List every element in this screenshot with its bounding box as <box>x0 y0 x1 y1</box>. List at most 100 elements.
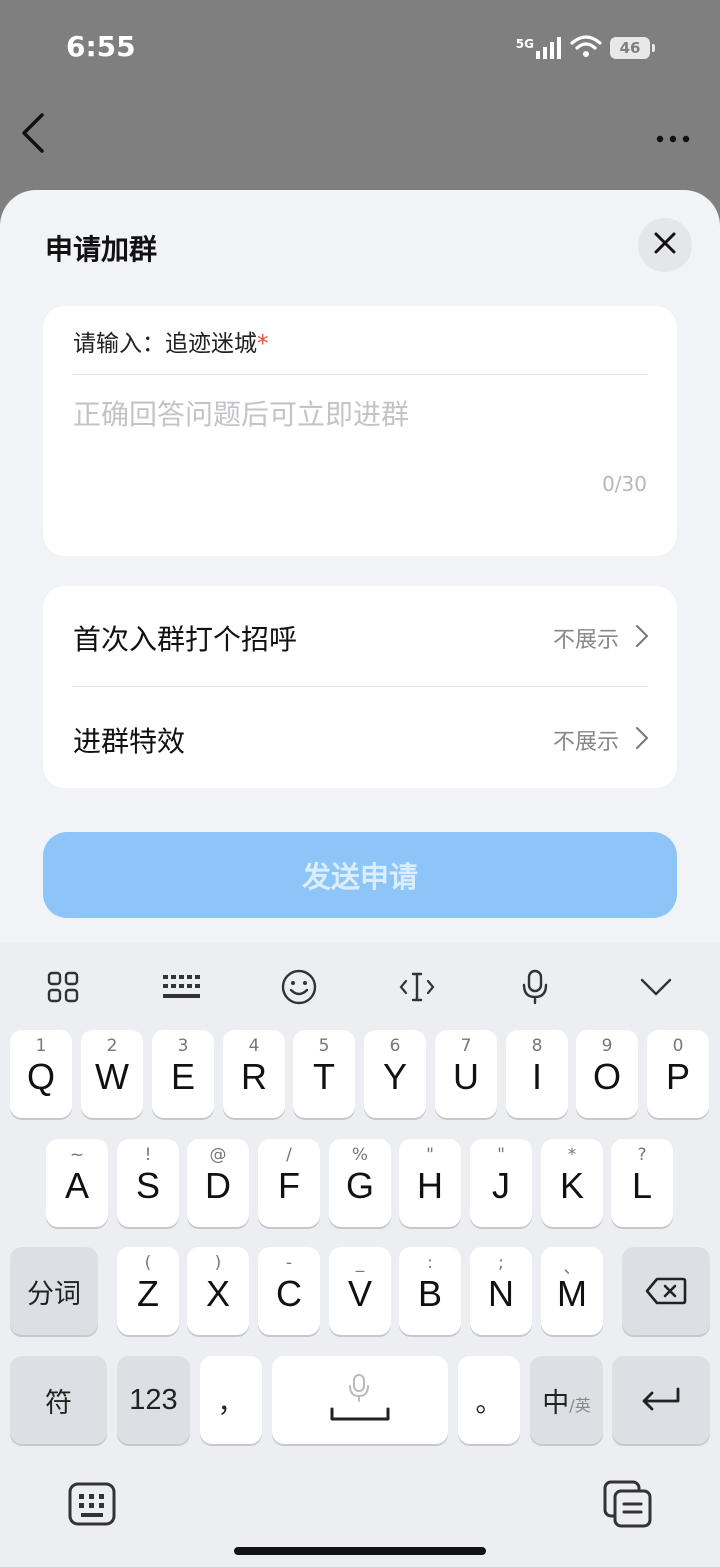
kb-layout-button[interactable] <box>151 964 211 1014</box>
key-hint: 4 <box>248 1036 260 1056</box>
key-x[interactable]: ) X <box>187 1247 249 1335</box>
key-enter[interactable] <box>612 1356 710 1444</box>
key-label: J <box>492 1165 510 1206</box>
key-hint: ; <box>498 1253 504 1273</box>
kb-menu-button[interactable] <box>33 964 93 1014</box>
key-label: 中/英 <box>530 1356 603 1444</box>
key-segment[interactable]: 分词 <box>10 1247 98 1335</box>
key-hint: ~ <box>69 1145 85 1165</box>
lang-sub: /英 <box>569 1396 591 1415</box>
key-v[interactable]: _ V <box>329 1247 391 1335</box>
key-backspace[interactable] <box>622 1247 710 1335</box>
sheet-title: 申请加群 <box>45 233 158 266</box>
question-label: 请输入：追迹迷城* <box>73 324 269 358</box>
send-request-button[interactable]: 发送申请 <box>43 832 677 918</box>
key-a[interactable]: ~ A <box>46 1139 108 1227</box>
emoji-icon <box>281 969 317 1009</box>
key-hint: % <box>351 1145 369 1165</box>
key-z[interactable]: (Z <box>117 1247 179 1335</box>
key-q[interactable]: 1Q <box>10 1030 72 1118</box>
chevron-down-icon <box>640 978 672 1000</box>
answer-card: 请输入：追迹迷城* 0/30 <box>43 306 677 556</box>
lang-main: 中 <box>542 1387 570 1419</box>
key-j[interactable]: " J <box>470 1139 532 1227</box>
key-e[interactable]: 3E <box>152 1030 214 1118</box>
key-d[interactable]: @ D <box>187 1139 249 1227</box>
key-label: 。 <box>475 1387 503 1419</box>
key-w[interactable]: 2W <box>81 1030 143 1118</box>
key-label: H <box>417 1165 443 1206</box>
kb-cursor-button[interactable] <box>387 964 447 1014</box>
key-u[interactable]: 7U <box>435 1030 497 1118</box>
network-type: 5G <box>515 37 534 51</box>
key-hint: ! <box>144 1145 152 1165</box>
key-n[interactable]: ; N <box>470 1247 532 1335</box>
key-symbols[interactable]: 符 <box>10 1356 107 1444</box>
key-y[interactable]: 6Y <box>364 1030 426 1118</box>
key-hint: ( <box>144 1253 152 1273</box>
key-label: C <box>276 1273 302 1314</box>
keyboard-icon[interactable] <box>68 1482 116 1530</box>
greeting-option-row[interactable]: 首次入群打个招呼 不展示 <box>43 586 677 687</box>
key-label: Q <box>26 1056 55 1097</box>
key-label: A <box>64 1165 89 1206</box>
home-indicator[interactable] <box>234 1547 486 1555</box>
signal-icon: 5G <box>516 37 562 59</box>
key-label: R <box>241 1056 267 1097</box>
key-label: 符 <box>45 1387 72 1419</box>
key-hint: 7 <box>460 1036 472 1056</box>
divider <box>72 686 648 687</box>
key-h[interactable]: " H <box>399 1139 461 1227</box>
key-numbers[interactable]: 123 <box>117 1356 190 1444</box>
key-comma[interactable]: ， <box>200 1356 262 1444</box>
status-icons: 5G 46 <box>516 33 655 63</box>
key-o[interactable]: 9O <box>576 1030 638 1118</box>
kb-voice-button[interactable] <box>505 964 565 1014</box>
join-effect-option-row[interactable]: 进群特效 不展示 <box>43 688 677 788</box>
key-hint: 5 <box>318 1036 330 1056</box>
key-hint: 8 <box>531 1036 543 1056</box>
microphone-icon <box>348 1374 370 1406</box>
key-hint: 0 <box>672 1036 684 1056</box>
key-k[interactable]: * K <box>541 1139 603 1227</box>
battery-icon: 46 <box>610 37 655 59</box>
answer-input[interactable] <box>73 398 643 431</box>
clipboard-icon[interactable] <box>603 1480 653 1532</box>
close-button[interactable] <box>638 218 692 272</box>
key-language-switch[interactable]: 中/英 <box>530 1356 603 1444</box>
key-space[interactable] <box>272 1356 448 1444</box>
ime-keyboard: 1Q 2W 3E 4R 5T 6Y 7U 8I 9O 0P ~ A ! S @ D /… <box>0 942 720 1567</box>
more-options-icon[interactable] <box>656 128 690 147</box>
question-prefix: 请输入： <box>73 331 165 357</box>
kb-hide-button[interactable] <box>626 964 686 1014</box>
key-label: 分词 <box>27 1278 81 1310</box>
key-period[interactable]: 。 <box>458 1356 520 1444</box>
key-hint: ? <box>637 1145 647 1165</box>
key-hint: " <box>426 1145 434 1165</box>
key-hint: 9 <box>601 1036 613 1056</box>
key-g[interactable]: % G <box>329 1139 391 1227</box>
key-label: V <box>347 1273 372 1314</box>
key-i[interactable]: 8I <box>506 1030 568 1118</box>
option-value: 不展示 <box>552 628 619 653</box>
status-bar: 6:55 5G 46 <box>0 0 720 100</box>
key-label: B <box>417 1273 442 1314</box>
key-s[interactable]: ! S <box>117 1139 179 1227</box>
key-m[interactable]: 、 M <box>541 1247 603 1335</box>
char-counter: 0/30 <box>602 472 647 496</box>
kb-emoji-button[interactable] <box>269 964 329 1014</box>
key-hint: - <box>285 1253 293 1273</box>
back-arrow-icon[interactable] <box>20 112 46 158</box>
option-label: 首次入群打个招呼 <box>73 623 298 656</box>
key-b[interactable]: :B <box>399 1247 461 1335</box>
key-c[interactable]: -C <box>258 1247 320 1335</box>
key-hint: 3 <box>177 1036 189 1056</box>
key-f[interactable]: / F <box>258 1139 320 1227</box>
key-hint: 1 <box>35 1036 47 1056</box>
close-icon <box>654 232 676 258</box>
key-r[interactable]: 4R <box>223 1030 285 1118</box>
key-t[interactable]: 5T <box>293 1030 355 1118</box>
key-hint: @ <box>209 1145 227 1165</box>
key-l[interactable]: ? L <box>611 1139 673 1227</box>
key-p[interactable]: 0P <box>647 1030 709 1118</box>
